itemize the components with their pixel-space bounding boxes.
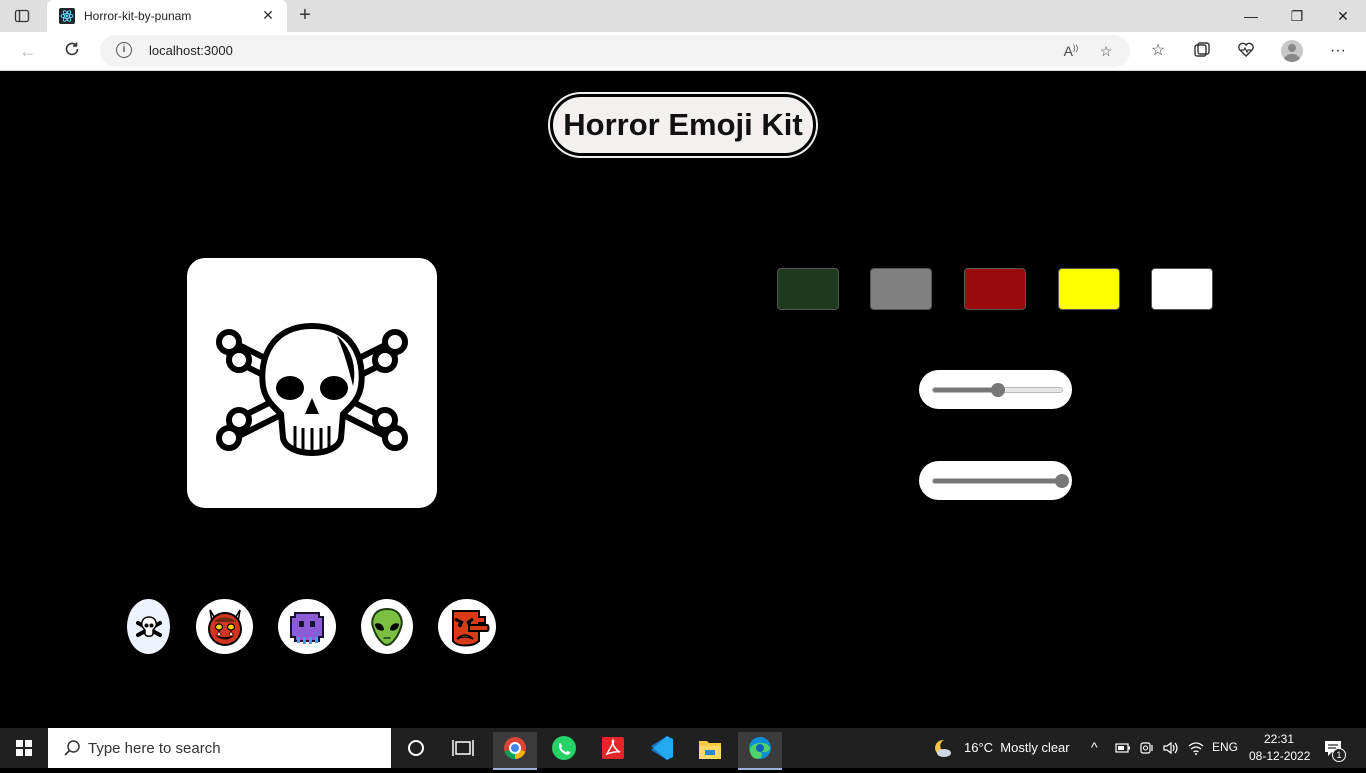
url-text[interactable]: localhost:3000 bbox=[149, 43, 233, 58]
page-title: Horror Emoji Kit bbox=[550, 94, 816, 156]
edge-taskbar-icon[interactable] bbox=[738, 732, 782, 770]
goblin-icon bbox=[452, 609, 490, 646]
clock-time[interactable]: 22:31 bbox=[1264, 732, 1294, 746]
start-button[interactable] bbox=[0, 728, 48, 768]
whatsapp-taskbar-icon[interactable] bbox=[542, 732, 586, 768]
ogre-icon bbox=[207, 609, 242, 646]
weather-moon-icon[interactable] bbox=[930, 737, 954, 759]
file-explorer-taskbar-icon[interactable] bbox=[688, 732, 732, 768]
vscode-taskbar-icon[interactable] bbox=[639, 732, 683, 768]
react-icon bbox=[59, 8, 75, 24]
tab-actions-icon[interactable] bbox=[14, 8, 30, 24]
volume-icon[interactable] bbox=[1162, 740, 1180, 756]
emoji-choice-skull[interactable] bbox=[127, 599, 170, 654]
back-button[interactable]: ← bbox=[17, 40, 39, 62]
skull-and-crossbones-icon bbox=[135, 615, 162, 637]
color-swatch-dark-red[interactable] bbox=[964, 268, 1026, 310]
more-options-icon[interactable]: ··· bbox=[1328, 41, 1348, 61]
size-slider-thumb[interactable] bbox=[990, 383, 1005, 397]
profile-avatar[interactable] bbox=[1281, 40, 1303, 62]
minimize-button[interactable]: — bbox=[1228, 0, 1274, 32]
tab-title: Horror-kit-by-punam bbox=[84, 9, 192, 23]
notifications-icon[interactable]: 1 bbox=[1322, 738, 1346, 762]
pdf-reader-taskbar-icon[interactable] bbox=[591, 732, 635, 768]
meet-now-icon[interactable] bbox=[1139, 740, 1155, 756]
chrome-taskbar-icon[interactable] bbox=[493, 732, 537, 770]
tab-close-icon[interactable]: ✕ bbox=[259, 6, 277, 24]
refresh-button[interactable] bbox=[61, 40, 83, 62]
site-info-icon[interactable]: i bbox=[116, 42, 132, 58]
emoji-choice-alien-monster[interactable] bbox=[278, 599, 336, 654]
restore-button[interactable]: ❐ bbox=[1274, 0, 1320, 32]
emoji-choice-ogre[interactable] bbox=[196, 599, 253, 654]
opacity-slider[interactable] bbox=[932, 474, 1069, 488]
notification-count-badge: 1 bbox=[1332, 748, 1346, 762]
color-swatch-white[interactable] bbox=[1151, 268, 1213, 310]
size-slider-container bbox=[919, 370, 1072, 409]
clock-date[interactable]: 08-12-2022 bbox=[1249, 749, 1310, 763]
browser-toolbar: ← i localhost:3000 A)) ☆ ☆ ··· bbox=[0, 32, 1366, 71]
emoji-choice-goblin[interactable] bbox=[438, 599, 496, 654]
page-content: Horror Emoji Kit bbox=[0, 71, 1366, 728]
opacity-slider-fill bbox=[933, 479, 1062, 483]
size-slider[interactable] bbox=[932, 383, 1063, 397]
browser-essentials-icon[interactable] bbox=[1236, 41, 1256, 61]
address-bar[interactable]: i localhost:3000 A)) ☆ bbox=[100, 35, 1130, 67]
taskbar-search[interactable]: Type here to search bbox=[48, 728, 391, 768]
new-tab-button[interactable]: + bbox=[294, 5, 316, 27]
opacity-slider-thumb[interactable] bbox=[1055, 474, 1069, 488]
color-swatch-dark-green[interactable] bbox=[777, 268, 839, 310]
weather-text[interactable]: 16°C Mostly clear bbox=[964, 740, 1070, 755]
language-indicator[interactable]: ENG bbox=[1212, 740, 1238, 754]
skull-and-crossbones-icon bbox=[216, 323, 408, 456]
taskbar: Type here to search 16°C Mostly clear ^ … bbox=[0, 728, 1366, 770]
favorites-icon[interactable]: ☆ bbox=[1148, 41, 1168, 61]
alien-icon bbox=[371, 607, 403, 646]
opacity-slider-container bbox=[919, 461, 1072, 500]
task-view-icon[interactable] bbox=[441, 732, 485, 768]
color-swatch-gray[interactable] bbox=[870, 268, 932, 310]
emoji-choice-alien[interactable] bbox=[361, 599, 413, 654]
size-slider-fill bbox=[933, 388, 998, 392]
browser-tab-bar: Horror-kit-by-punam ✕ + — ❐ ✕ bbox=[0, 0, 1366, 32]
emoji-preview-card bbox=[187, 258, 437, 508]
cortana-icon[interactable] bbox=[394, 732, 438, 768]
show-hidden-icons-icon[interactable]: ^ bbox=[1091, 739, 1098, 755]
alien-monster-icon bbox=[290, 611, 324, 644]
collections-icon[interactable] bbox=[1192, 41, 1212, 61]
close-window-button[interactable]: ✕ bbox=[1320, 0, 1366, 32]
search-icon bbox=[62, 738, 82, 758]
wifi-icon[interactable] bbox=[1187, 740, 1205, 756]
battery-icon[interactable] bbox=[1115, 741, 1131, 755]
read-aloud-icon[interactable]: A)) bbox=[1062, 43, 1080, 61]
browser-tab[interactable]: Horror-kit-by-punam ✕ bbox=[47, 0, 287, 32]
color-swatch-yellow[interactable] bbox=[1058, 268, 1120, 310]
search-placeholder: Type here to search bbox=[88, 740, 221, 757]
add-favorite-icon[interactable]: ☆ bbox=[1097, 43, 1115, 61]
